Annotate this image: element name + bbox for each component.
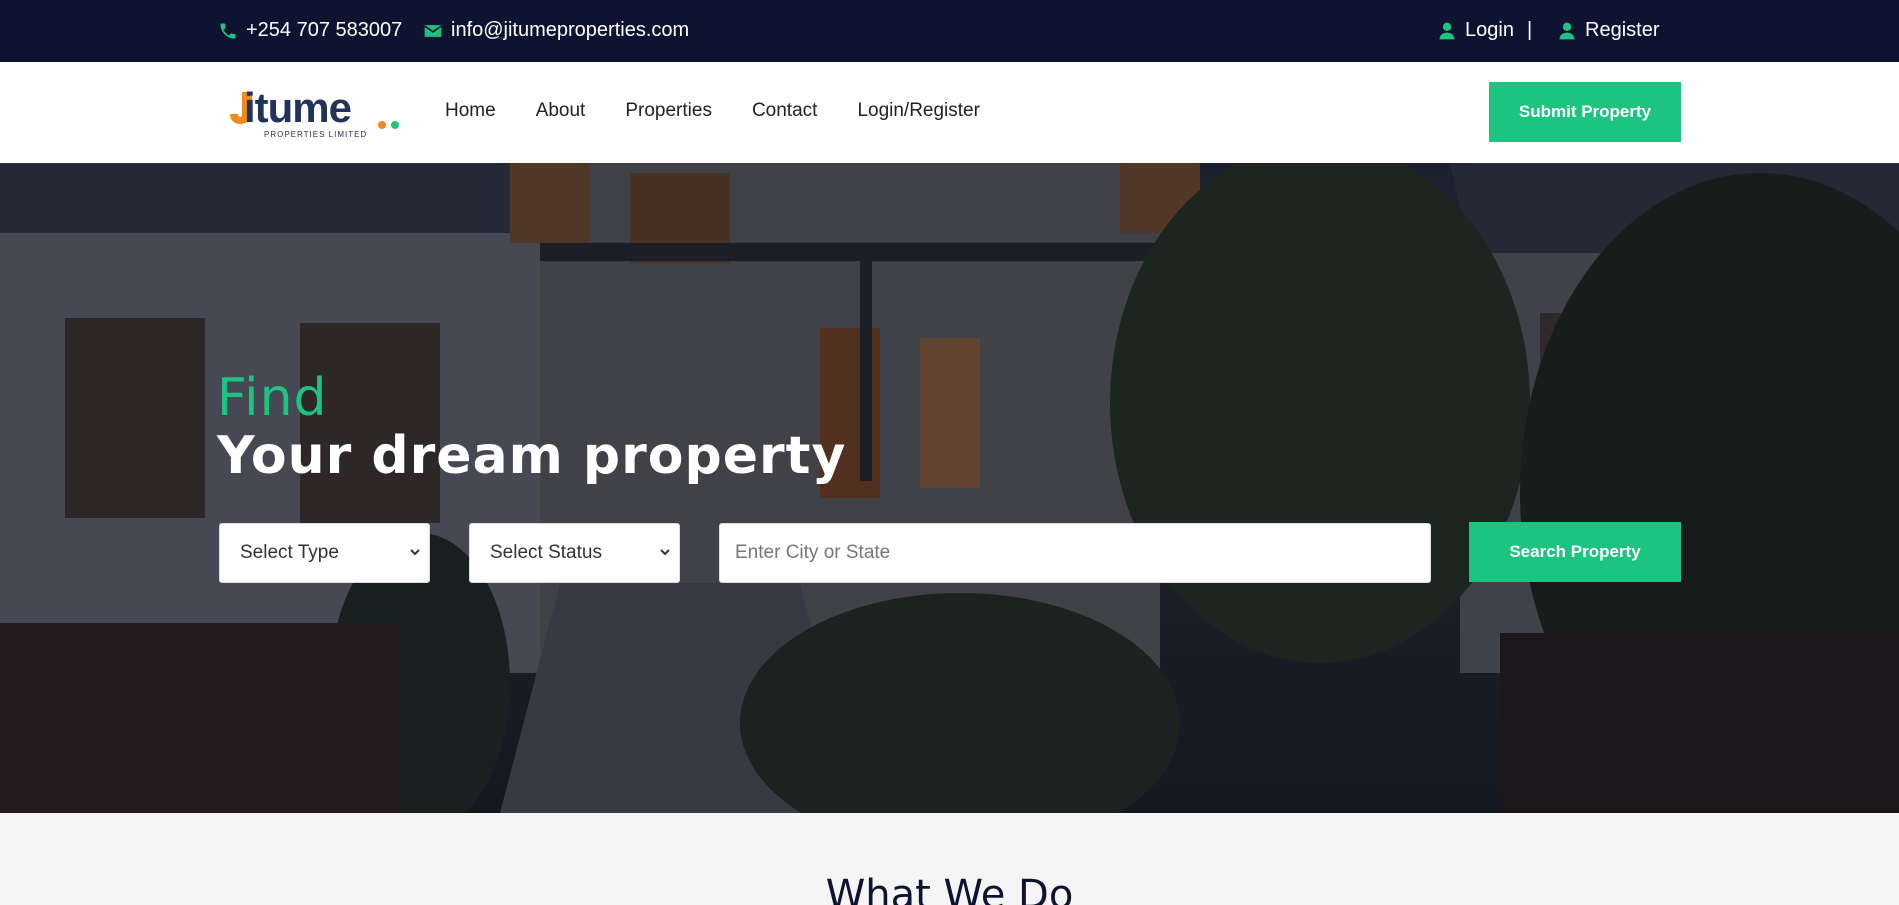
hero-find-text: Find — [217, 368, 328, 428]
search-property-button[interactable]: Search Property — [1469, 522, 1681, 582]
register-link[interactable]: Register — [1557, 19, 1659, 42]
login-link[interactable]: Login — [1437, 19, 1514, 42]
nav-about[interactable]: About — [536, 100, 586, 122]
logo[interactable]: itume PROPERTIES LIMITED — [228, 84, 399, 142]
select-type-dropdown[interactable]: Select Type — [219, 523, 430, 583]
submit-property-button[interactable]: Submit Property — [1489, 82, 1681, 142]
city-state-input[interactable] — [719, 523, 1431, 583]
separator: | — [1527, 19, 1533, 41]
login-label: Login — [1465, 19, 1514, 41]
nav-links: Home About Properties Contact Login/Regi… — [445, 100, 980, 122]
hero-overlay — [0, 163, 1899, 813]
top-bar: +254 707 583007 info@jitumeproperties.co… — [0, 0, 1899, 62]
select-status-dropdown[interactable]: Select Status — [469, 523, 680, 583]
select-type-value: Select Type — [240, 542, 339, 563]
email-text: info@jitumeproperties.com — [451, 19, 690, 41]
nav-login-register[interactable]: Login/Register — [857, 100, 980, 122]
section-title: What We Do — [825, 872, 1074, 905]
register-label: Register — [1585, 19, 1660, 41]
chevron-down-icon — [660, 549, 670, 556]
logo-text: itume — [244, 84, 352, 131]
envelope-icon — [424, 24, 442, 37]
contact-email[interactable]: info@jitumeproperties.com — [423, 19, 689, 42]
nav-home[interactable]: Home — [445, 100, 496, 122]
main-nav: itume PROPERTIES LIMITED Home About Prop… — [0, 62, 1899, 163]
chevron-down-icon — [410, 549, 420, 556]
contact-phone[interactable]: +254 707 583007 — [218, 19, 402, 42]
hero-headline: Your dream property — [217, 426, 847, 486]
user-icon — [1439, 22, 1455, 39]
nav-properties[interactable]: Properties — [625, 100, 712, 122]
logo-dots — [378, 121, 399, 129]
logo-subtitle: PROPERTIES LIMITED — [264, 130, 368, 139]
nav-contact[interactable]: Contact — [752, 100, 817, 122]
user-icon — [1559, 22, 1575, 39]
select-status-value: Select Status — [490, 542, 602, 563]
phone-text: +254 707 583007 — [246, 19, 403, 41]
phone-icon — [220, 23, 236, 38]
hero-section: Find Your dream property Select Type Sel… — [0, 163, 1899, 813]
